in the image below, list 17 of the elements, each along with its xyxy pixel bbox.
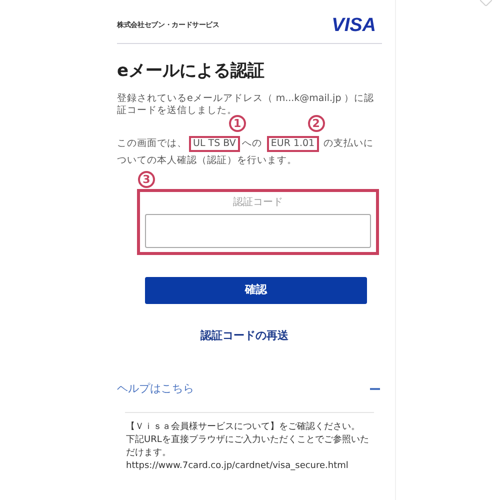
minus-icon[interactable]: [370, 388, 380, 390]
help-toggle[interactable]: ヘルプはこちら: [117, 381, 194, 398]
brand-logo: VISA: [332, 16, 377, 35]
confirm-button[interactable]: 確認: [145, 276, 367, 304]
annotation-number: 2: [308, 114, 325, 132]
help-text: 【Ｖｉｓａ会員様サービスについて】をご確認ください。: [126, 420, 361, 434]
resend-link[interactable]: 認証コードの再送: [200, 328, 288, 344]
annotation-box: [266, 136, 319, 152]
code-input[interactable]: [145, 214, 371, 248]
sent-notice: 登録されているeメールアドレス（ m...k@mail.jp ）に認証コードを送信しました。: [117, 92, 376, 116]
help-text: 下記URLを直接ブラウザにご入力いただくことでご参照いただけます。: [126, 434, 370, 460]
annotation-number: 1: [228, 114, 246, 132]
annotation-number: 3: [138, 170, 155, 188]
help-text: https://www.7card.co.jp/cardnet/visa_secure.html: [126, 460, 350, 472]
field-label: 認証コード: [232, 196, 284, 210]
page-title: eメールによる認証: [117, 60, 266, 83]
annotation-box: [189, 136, 240, 152]
